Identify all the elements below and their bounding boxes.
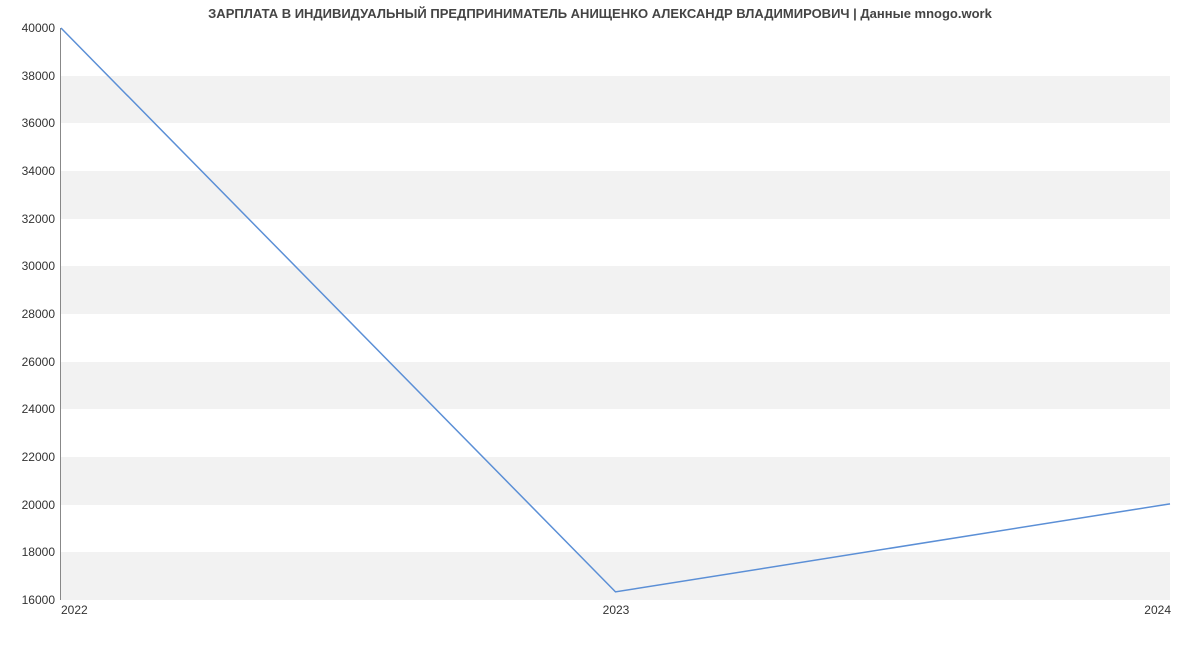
y-tick-label: 40000 — [22, 21, 55, 35]
y-tick-label: 28000 — [22, 307, 55, 321]
x-tick-label: 2023 — [603, 603, 630, 617]
x-tick-label: 2022 — [61, 603, 88, 617]
y-tick-label: 16000 — [22, 593, 55, 607]
y-tick-label: 34000 — [22, 164, 55, 178]
chart: ЗАРПЛАТА В ИНДИВИДУАЛЬНЫЙ ПРЕДПРИНИМАТЕЛ… — [0, 0, 1200, 650]
plot-area: 1600018000200002200024000260002800030000… — [60, 28, 1170, 600]
y-tick-label: 26000 — [22, 355, 55, 369]
y-tick-label: 24000 — [22, 402, 55, 416]
chart-title: ЗАРПЛАТА В ИНДИВИДУАЛЬНЫЙ ПРЕДПРИНИМАТЕЛ… — [0, 6, 1200, 21]
y-tick-label: 18000 — [22, 545, 55, 559]
x-tick-label: 2024 — [1144, 603, 1171, 617]
line-layer — [61, 28, 1170, 599]
y-tick-label: 30000 — [22, 259, 55, 273]
y-tick-label: 36000 — [22, 116, 55, 130]
series-line — [61, 28, 1170, 592]
y-tick-label: 32000 — [22, 212, 55, 226]
y-tick-label: 38000 — [22, 69, 55, 83]
y-tick-label: 20000 — [22, 498, 55, 512]
y-tick-label: 22000 — [22, 450, 55, 464]
